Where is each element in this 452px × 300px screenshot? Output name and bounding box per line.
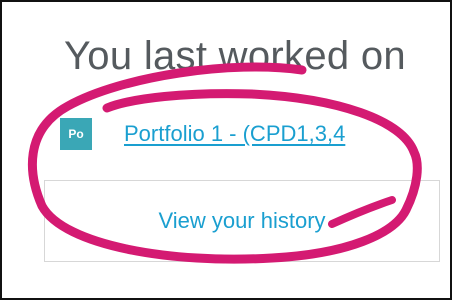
panel-title: You last worked on — [64, 34, 406, 78]
recent-work-panel: You last worked on Po Portfolio 1 - (CPD… — [0, 0, 452, 300]
view-history-button[interactable]: View your history — [44, 180, 440, 262]
last-worked-item-link[interactable]: Portfolio 1 - (CPD1,3,4 — [124, 121, 345, 147]
portfolio-badge-icon: Po — [60, 118, 92, 150]
last-worked-item[interactable]: Po Portfolio 1 - (CPD1,3,4 — [60, 118, 345, 150]
